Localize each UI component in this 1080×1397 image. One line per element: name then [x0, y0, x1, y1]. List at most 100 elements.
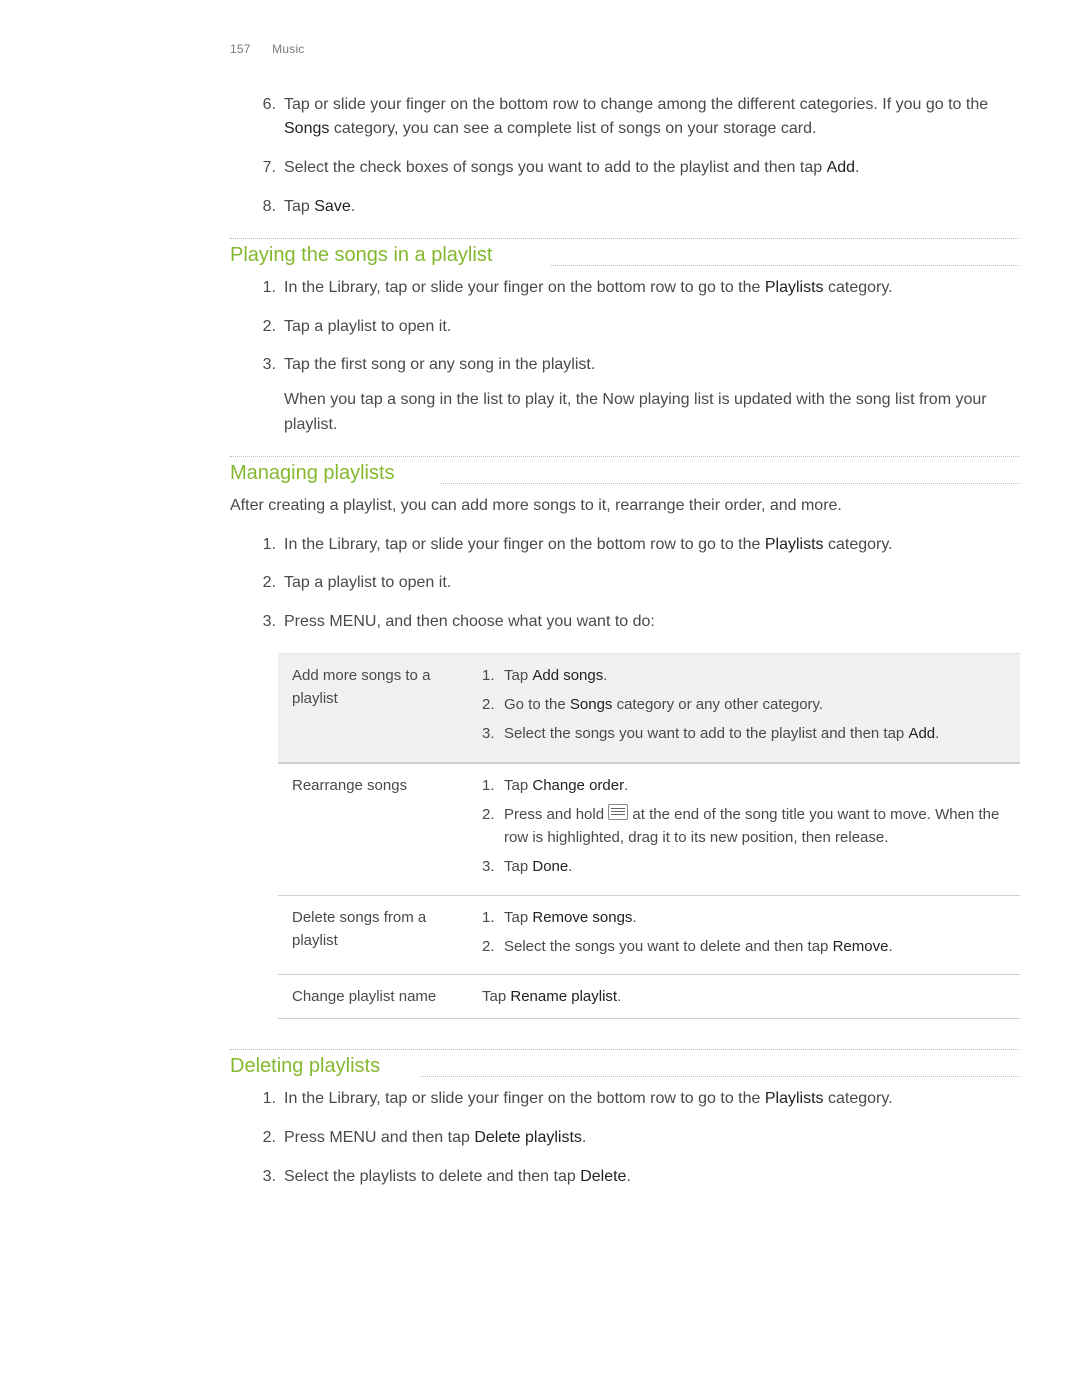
step-text: . [568, 858, 572, 875]
page-header: 157 Music [0, 40, 1080, 59]
list-number: 2. [482, 693, 500, 716]
step-text: Press MENU and then tap [284, 1129, 474, 1146]
step-text: category, you can see a complete list of… [329, 120, 816, 137]
step-text: Tap [504, 858, 532, 875]
step-text: Select the check boxes of songs you want… [284, 159, 827, 176]
list-number: 2. [482, 935, 500, 958]
list-item: 1. In the Library, tap or slide your fin… [280, 1087, 1020, 1112]
emphasis: Remove [833, 938, 889, 955]
step-text: . [626, 1168, 630, 1185]
step-text: Tap [482, 988, 510, 1005]
list-item: 2.Press and hold at the end of the song … [482, 803, 1006, 850]
list-number: 2. [252, 1126, 276, 1151]
emphasis: Delete [580, 1168, 626, 1185]
list-item: 3. Select the playlists to delete and th… [280, 1165, 1020, 1190]
page-number: 157 [230, 40, 251, 59]
emphasis: Change order [532, 777, 624, 794]
step-text: Tap a playlist to open it. [284, 318, 451, 335]
sub-steps: 1.Tap Change order. 2.Press and hold at … [482, 774, 1006, 879]
step-text: Tap [504, 667, 532, 684]
emphasis: Songs [284, 120, 329, 137]
step-text: Tap [504, 777, 532, 794]
page-section: Music [272, 42, 304, 56]
section-title: Playing the songs in a playlist [230, 240, 504, 271]
list-number: 1. [252, 1087, 276, 1112]
list-number: 8. [252, 195, 276, 220]
table-row: Rearrange songs 1.Tap Change order. 2.Pr… [278, 763, 1020, 896]
list-item: 3.Tap Done. [482, 855, 1006, 878]
step-text: category. [824, 536, 893, 553]
drag-handle-icon [608, 804, 628, 820]
emphasis: Playlists [765, 279, 824, 296]
list-number: 1. [482, 774, 500, 797]
step-text: category. [824, 279, 893, 296]
list-item: 2. Tap a playlist to open it. [280, 571, 1020, 596]
list-number: 1. [482, 906, 500, 929]
divider [230, 456, 1020, 457]
step-text: In the Library, tap or slide your finger… [284, 279, 765, 296]
table-row: Add more songs to a playlist 1.Tap Add s… [278, 653, 1020, 762]
managing-actions-table: Add more songs to a playlist 1.Tap Add s… [278, 653, 1020, 1020]
step-text: Tap [504, 909, 532, 926]
list-item: 7. Select the check boxes of songs you w… [280, 156, 1020, 181]
list-item: 1. In the Library, tap or slide your fin… [280, 276, 1020, 301]
step-extra: When you tap a song in the list to play … [284, 388, 1020, 438]
step-text: . [582, 1129, 586, 1146]
step-text: Tap or slide your finger on the bottom r… [284, 96, 988, 113]
step-text: . [632, 909, 636, 926]
action-steps: Tap Rename playlist. [468, 975, 1020, 1019]
step-text: . [603, 667, 607, 684]
list-number: 3. [482, 855, 500, 878]
step-text: . [617, 988, 621, 1005]
emphasis: Playlists [765, 536, 824, 553]
emphasis: Save [314, 198, 350, 215]
section-heading-deleting: Deleting playlists [230, 1049, 1020, 1077]
divider [230, 1049, 1020, 1050]
step-text: Press and hold [504, 806, 608, 823]
step-text: Select the songs you want to add to the … [504, 725, 908, 742]
list-item: 1.Tap Remove songs. [482, 906, 1006, 929]
deleting-steps-list: 1. In the Library, tap or slide your fin… [230, 1087, 1020, 1189]
step-text: Tap [284, 198, 314, 215]
list-item: 1.Tap Change order. [482, 774, 1006, 797]
divider [230, 238, 1020, 239]
step-text: In the Library, tap or slide your finger… [284, 536, 765, 553]
step-text: category or any other category. [612, 696, 823, 713]
list-item: 1.Tap Add songs. [482, 664, 1006, 687]
list-item: 2. Press MENU and then tap Delete playli… [280, 1126, 1020, 1151]
action-label: Delete songs from a playlist [278, 895, 468, 975]
step-text: . [935, 725, 939, 742]
emphasis: Songs [570, 696, 613, 713]
table-row: Change playlist name Tap Rename playlist… [278, 975, 1020, 1019]
emphasis: Done [532, 858, 568, 875]
managing-intro: After creating a playlist, you can add m… [230, 494, 1020, 519]
list-item: 6. Tap or slide your finger on the botto… [280, 93, 1020, 143]
list-number: 1. [482, 664, 500, 687]
playing-steps-list: 1. In the Library, tap or slide your fin… [230, 276, 1020, 438]
step-text: Select the playlists to delete and then … [284, 1168, 580, 1185]
action-label: Add more songs to a playlist [278, 653, 468, 762]
section-title: Managing playlists [230, 458, 407, 489]
section-heading-playing: Playing the songs in a playlist [230, 238, 1020, 266]
list-number: 2. [252, 315, 276, 340]
list-item: 1. In the Library, tap or slide your fin… [280, 533, 1020, 558]
list-number: 3. [252, 353, 276, 378]
list-number: 3. [482, 722, 500, 745]
table-row: Delete songs from a playlist 1.Tap Remov… [278, 895, 1020, 975]
emphasis: Add [827, 159, 855, 176]
document-page: 157 Music 6. Tap or slide your finger on… [0, 0, 1080, 1397]
step-text: Tap a playlist to open it. [284, 574, 451, 591]
list-number: 3. [252, 610, 276, 635]
action-label: Rearrange songs [278, 763, 468, 896]
emphasis: Playlists [765, 1090, 824, 1107]
action-steps: 1.Tap Add songs. 2.Go to the Songs categ… [468, 653, 1020, 762]
list-number: 2. [482, 803, 500, 826]
list-number: 7. [252, 156, 276, 181]
step-text: . [888, 938, 892, 955]
action-steps: 1.Tap Remove songs. 2.Select the songs y… [468, 895, 1020, 975]
list-item: 3. Press MENU, and then choose what you … [280, 610, 1020, 635]
list-item: 2. Tap a playlist to open it. [280, 315, 1020, 340]
list-number: 1. [252, 533, 276, 558]
list-item: 2.Select the songs you want to delete an… [482, 935, 1006, 958]
list-number: 3. [252, 1165, 276, 1190]
